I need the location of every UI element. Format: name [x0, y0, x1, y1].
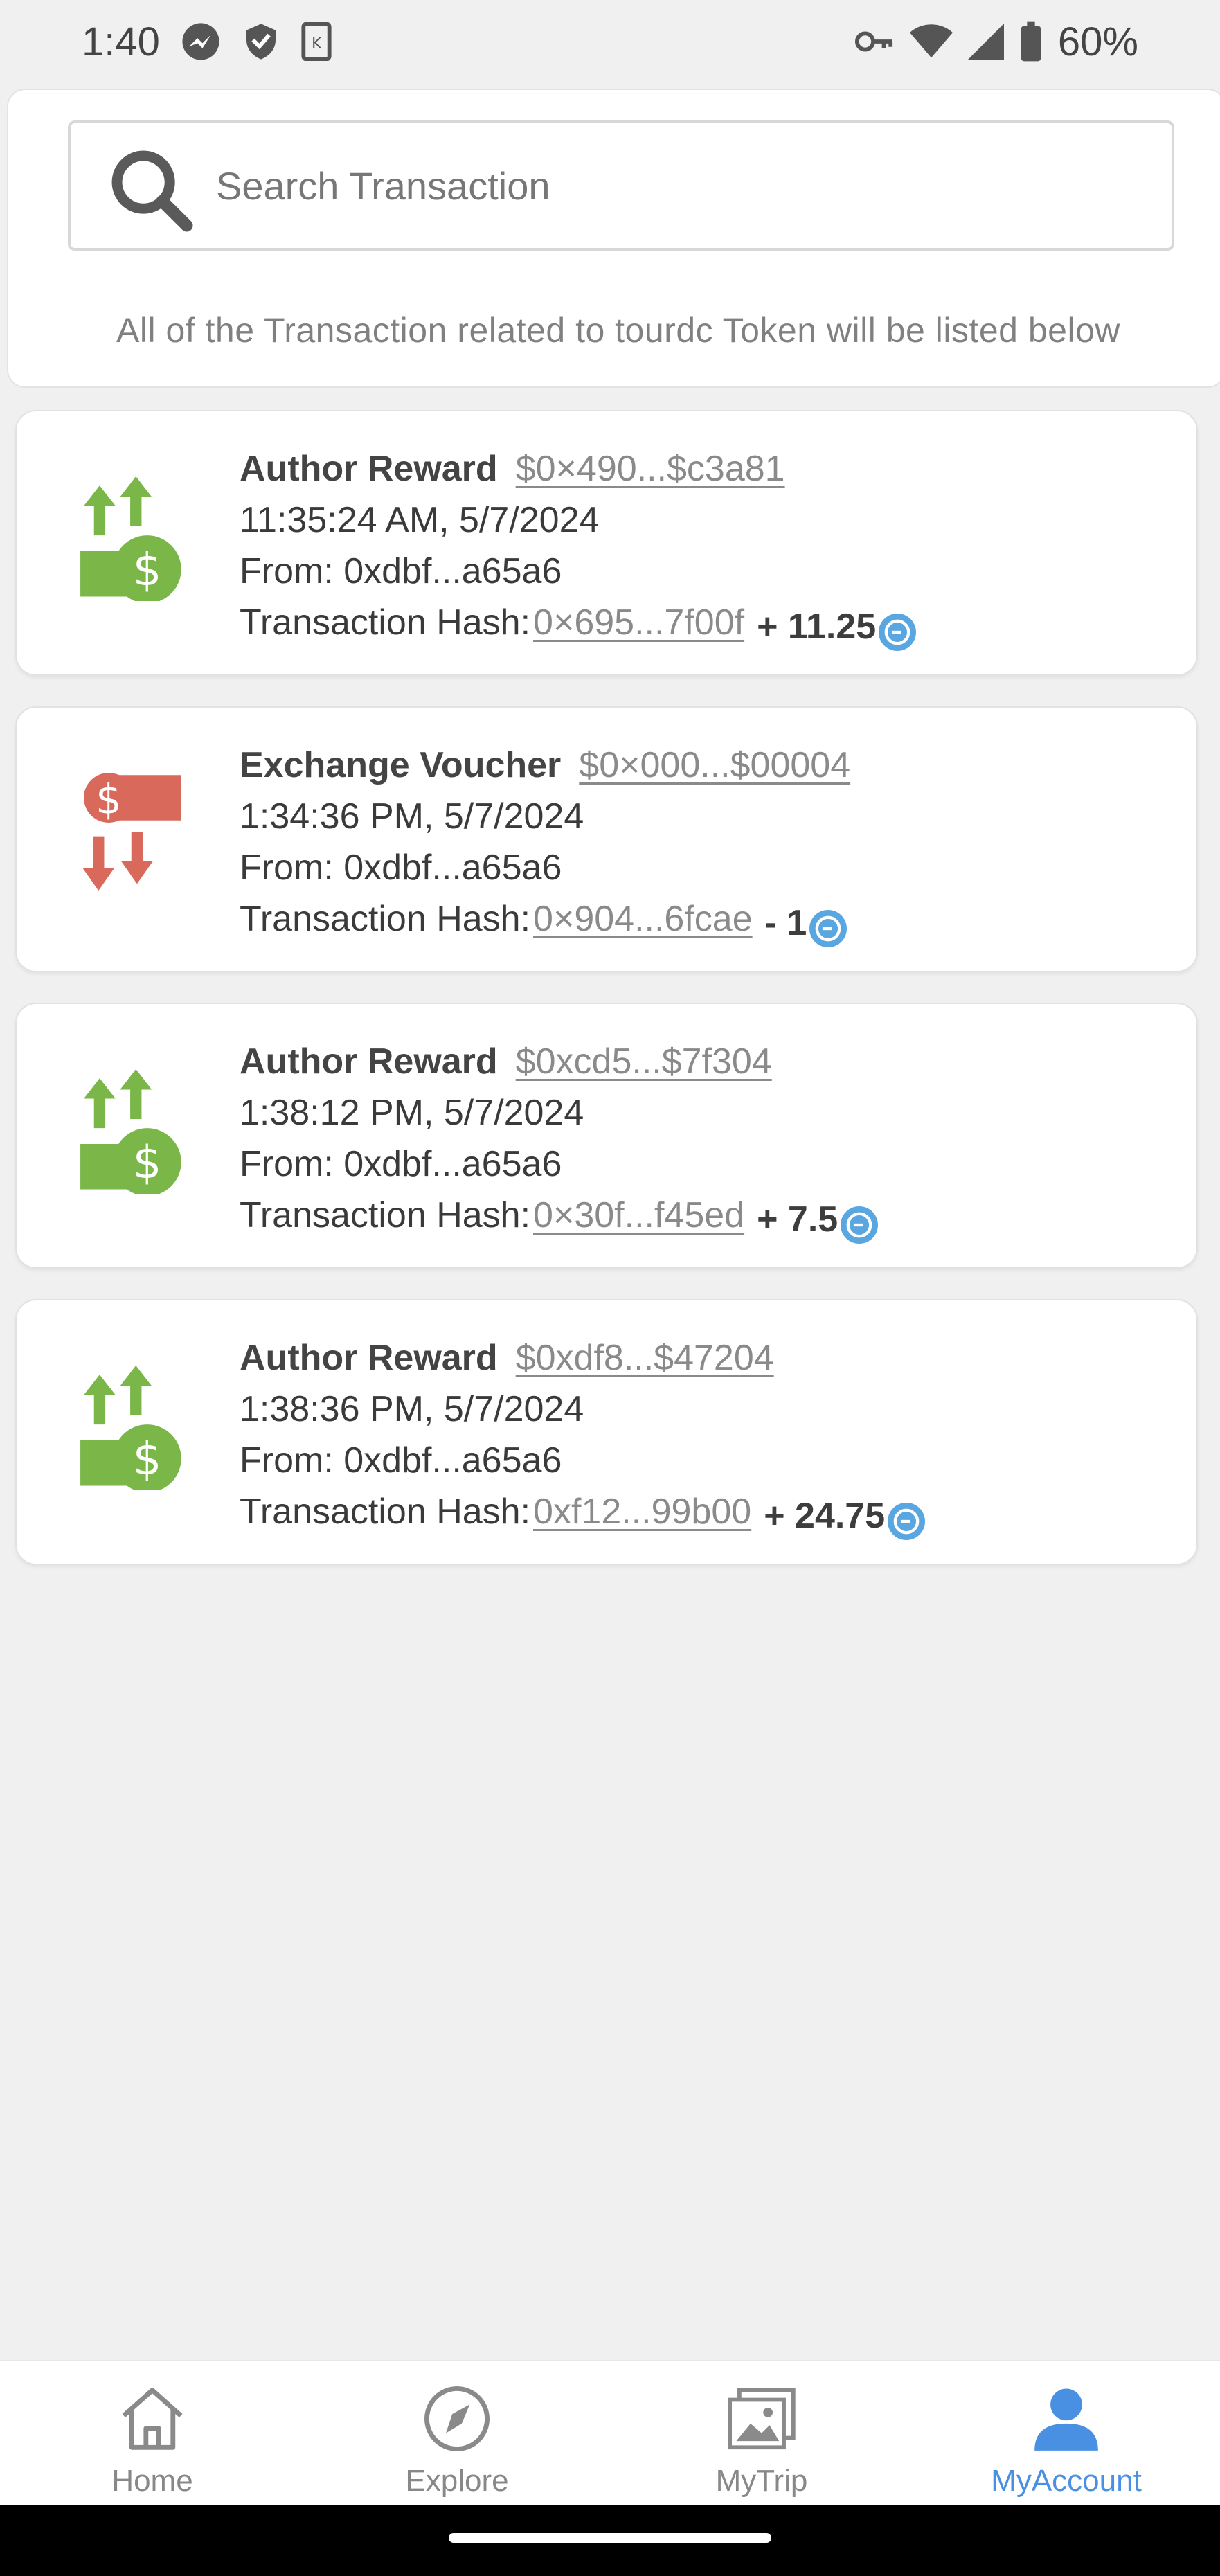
transaction-type: Exchange Voucher	[240, 745, 562, 785]
transaction-card[interactable]: $ Author Reward $0xdf8...$47204 1:38:36 …	[15, 1299, 1198, 1565]
transaction-hash-label: Transaction Hash:	[240, 1492, 531, 1532]
transaction-time: 1:38:12 PM, 5/7/2024	[240, 1093, 584, 1133]
bottom-nav: Home Explore MyTrip MyAccount	[0, 2360, 1220, 2505]
transaction-from: From: 0xdbf...a65a6	[240, 551, 562, 591]
clock: 1:40	[82, 19, 160, 64]
transaction-hash-link[interactable]: 0×695...7f00f	[533, 602, 744, 643]
transaction-card[interactable]: $ Exchange Voucher $0×000...$00004 1:34:…	[15, 706, 1198, 972]
search-note: All of the Transaction related to tourdc…	[116, 311, 1121, 350]
shield-icon	[242, 21, 280, 62]
transaction-hash-label: Transaction Hash:	[240, 899, 531, 939]
home-icon	[114, 2381, 190, 2457]
transaction-card[interactable]: $ Author Reward $0×490...$c3a81 11:35:24…	[15, 410, 1198, 676]
compass-icon	[419, 2381, 495, 2457]
transaction-hash-link[interactable]: 0×904...6fcae	[533, 898, 753, 940]
transaction-type: Author Reward	[240, 1041, 498, 1082]
transaction-from: From: 0xdbf...a65a6	[240, 1440, 562, 1481]
transaction-amount: + 24.75	[764, 1496, 886, 1536]
transaction-from: From: 0xdbf...a65a6	[240, 1144, 562, 1184]
home-gesture-handle[interactable]	[449, 2533, 771, 2543]
k-app-icon: K	[301, 22, 332, 61]
battery-icon	[1019, 21, 1043, 62]
status-bar: 1:40 K 60%	[0, 0, 1220, 83]
expense-icon: $	[76, 773, 191, 897]
transaction-amount: + 7.5	[757, 1199, 838, 1240]
nav-home[interactable]: Home	[0, 2361, 305, 2505]
transaction-type: Author Reward	[240, 1338, 498, 1378]
key-icon	[854, 28, 895, 55]
transaction-from: From: 0xdbf...a65a6	[240, 848, 562, 888]
svg-text:$: $	[133, 1136, 162, 1189]
transaction-amount: - 1	[764, 903, 807, 943]
transaction-ref-link[interactable]: $0xdf8...$47204	[516, 1337, 774, 1379]
svg-text:$: $	[96, 776, 121, 823]
token-coin-icon	[841, 1206, 879, 1244]
nav-mytrip-label: MyTrip	[715, 2464, 808, 2498]
transaction-card[interactable]: $ Author Reward $0xcd5...$7f304 1:38:12 …	[15, 1003, 1198, 1269]
token-coin-icon	[888, 1503, 926, 1540]
user-icon	[1028, 2381, 1104, 2457]
income-icon: $	[76, 1069, 191, 1197]
svg-text:K: K	[312, 35, 322, 51]
nav-mytrip[interactable]: MyTrip	[609, 2361, 914, 2505]
transaction-time: 1:34:36 PM, 5/7/2024	[240, 796, 584, 837]
nav-myaccount-label: MyAccount	[991, 2464, 1142, 2498]
nav-home-label: Home	[111, 2464, 193, 2498]
svg-text:$: $	[133, 1433, 162, 1485]
battery-level: 60%	[1057, 19, 1138, 64]
messenger-icon	[181, 21, 221, 62]
search-box[interactable]	[68, 120, 1174, 251]
transaction-type: Author Reward	[240, 449, 498, 489]
transaction-hash-label: Transaction Hash:	[240, 1195, 531, 1235]
transaction-hash-link[interactable]: 0xf12...99b00	[533, 1491, 751, 1532]
image-icon	[724, 2381, 800, 2457]
transaction-amount: + 11.25	[757, 607, 877, 647]
system-gesture-bar	[0, 2505, 1220, 2576]
income-icon: $	[76, 1366, 191, 1493]
signal-icon	[967, 24, 1004, 60]
transaction-time: 1:38:36 PM, 5/7/2024	[240, 1389, 584, 1429]
transaction-hash-link[interactable]: 0×30f...f45ed	[533, 1195, 744, 1236]
nav-myaccount[interactable]: MyAccount	[914, 2361, 1219, 2505]
income-icon: $	[76, 476, 191, 604]
nav-explore-label: Explore	[405, 2464, 509, 2498]
search-panel: All of the Transaction related to tourdc…	[7, 89, 1220, 388]
transaction-hash-label: Transaction Hash:	[240, 602, 531, 643]
wifi-icon	[909, 24, 953, 60]
token-coin-icon	[809, 910, 847, 947]
search-icon[interactable]	[104, 143, 198, 237]
transaction-ref-link[interactable]: $0×490...$c3a81	[516, 448, 785, 490]
search-input[interactable]	[216, 123, 1151, 248]
transaction-ref-link[interactable]: $0xcd5...$7f304	[516, 1041, 772, 1082]
nav-explore[interactable]: Explore	[305, 2361, 609, 2505]
transaction-time: 11:35:24 AM, 5/7/2024	[240, 500, 600, 540]
transaction-ref-link[interactable]: $0×000...$00004	[579, 744, 850, 786]
svg-text:$: $	[133, 544, 162, 596]
token-coin-icon	[879, 614, 917, 651]
